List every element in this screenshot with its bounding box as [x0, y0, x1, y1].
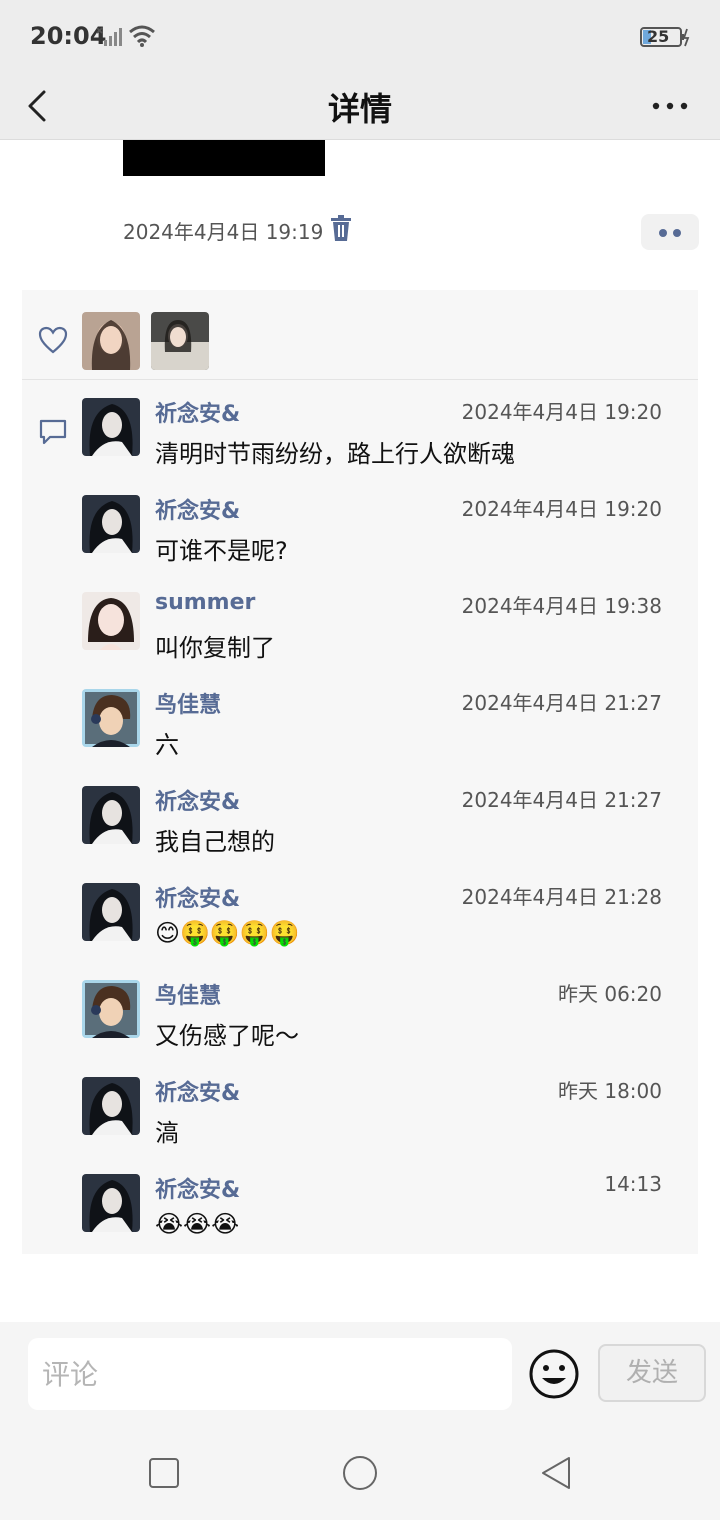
commenter-avatar[interactable]	[82, 398, 140, 456]
comment-time: 2024年4月4日 19:20	[461, 497, 662, 521]
recent-apps-icon[interactable]	[145, 1454, 183, 1492]
comment-time: 2024年4月4日 21:27	[461, 691, 662, 715]
battery-level: 25	[647, 27, 670, 46]
comment-text: 又伤感了呢～	[155, 1022, 299, 1050]
heart-icon	[38, 326, 68, 354]
commenter-name[interactable]: 祈念安&	[155, 881, 240, 913]
title-bar: 详情	[0, 72, 720, 140]
commenter-avatar[interactable]	[82, 786, 140, 844]
comment-text: 😭😭😭	[155, 1210, 240, 1238]
comment-item[interactable]: 祈念安& 2024年4月4日 21:28 😊🤑🤑🤑🤑	[82, 875, 698, 972]
comment-item[interactable]: 祈念安& 2024年4月4日 21:27 我自己想的	[82, 778, 698, 875]
commenter-avatar[interactable]	[82, 980, 140, 1038]
wifi-icon	[129, 25, 155, 47]
likes-comments-panel: 祈念安& 2024年4月4日 19:20 清明时节雨纷纷，路上行人欲断魂 祈念安& 20…	[22, 290, 698, 1254]
comment-text: 我自己想的	[155, 828, 275, 856]
comment-time: 14:13	[604, 1172, 662, 1196]
commenter-name[interactable]: 鸟佳慧	[155, 978, 221, 1010]
emoji-smile-icon[interactable]	[528, 1348, 580, 1400]
like-avatar[interactable]	[151, 312, 209, 370]
action-dot	[659, 229, 667, 237]
like-avatar[interactable]	[82, 312, 140, 370]
comment-text: 滈	[155, 1119, 179, 1147]
nav-back-icon[interactable]	[537, 1454, 575, 1492]
comment-item[interactable]: 祈念安& 2024年4月4日 19:20 可谁不是呢?	[82, 487, 698, 584]
comment-input-bar: 发送	[0, 1322, 720, 1426]
comment-text: 六	[155, 731, 179, 759]
comment-time: 2024年4月4日 21:28	[461, 885, 662, 909]
status-time: 20:04	[30, 22, 107, 50]
comment-text: 叫你复制了	[155, 634, 275, 662]
comment-input[interactable]	[28, 1338, 512, 1410]
action-dot	[673, 229, 681, 237]
comment-item[interactable]: summer 2024年4月4日 19:38 叫你复制了	[82, 584, 698, 681]
commenter-name[interactable]: 祈念安&	[155, 493, 240, 525]
page-title: 详情	[327, 90, 392, 128]
comment-item[interactable]: 鸟佳慧 昨天 06:20 又伤感了呢～	[82, 972, 698, 1069]
commenter-name[interactable]: 祈念安&	[155, 1172, 240, 1204]
comment-text: 😊🤑🤑🤑🤑	[155, 919, 300, 947]
send-button[interactable]: 发送	[598, 1344, 706, 1402]
cellular-signal-icon	[96, 27, 122, 46]
comment-item[interactable]: 祈念安& 2024年4月4日 19:20 清明时节雨纷纷，路上行人欲断魂	[82, 390, 698, 487]
comment-time: 2024年4月4日 19:38	[461, 594, 662, 618]
commenter-avatar[interactable]	[82, 1174, 140, 1232]
commenter-avatar[interactable]	[82, 689, 140, 747]
commenter-avatar[interactable]	[82, 495, 140, 553]
commenter-name[interactable]: 祈念安&	[155, 396, 240, 428]
commenter-name[interactable]: 祈念安&	[155, 1075, 240, 1107]
comment-time: 昨天 06:20	[558, 982, 662, 1006]
commenter-avatar[interactable]	[82, 883, 140, 941]
commenter-avatar[interactable]	[82, 592, 140, 650]
more-dots-icon[interactable]	[644, 88, 696, 124]
system-nav-bar	[0, 1426, 720, 1520]
post-action-button[interactable]	[641, 214, 699, 250]
comment-time: 昨天 18:00	[558, 1079, 662, 1103]
status-bar: 20:04 25	[0, 0, 720, 72]
comment-item[interactable]: 祈念安& 14:13 😭😭😭	[82, 1166, 698, 1263]
comment-item[interactable]: 鸟佳慧 2024年4月4日 21:27 六	[82, 681, 698, 778]
redacted-content	[123, 140, 325, 176]
home-icon[interactable]	[341, 1454, 379, 1492]
commenter-name[interactable]: 祈念安&	[155, 784, 240, 816]
commenter-name[interactable]: 鸟佳慧	[155, 687, 221, 719]
likes-row	[22, 290, 698, 380]
commenter-avatar[interactable]	[82, 1077, 140, 1135]
trash-icon[interactable]	[330, 214, 352, 242]
comment-time: 2024年4月4日 21:27	[461, 788, 662, 812]
comment-time: 2024年4月4日 19:20	[461, 400, 662, 424]
comment-item[interactable]: 祈念安& 昨天 18:00 滈	[82, 1069, 698, 1166]
post-timestamp: 2024年4月4日 19:19	[123, 220, 324, 244]
comment-bubble-icon	[39, 419, 67, 445]
comment-text: 清明时节雨纷纷，路上行人欲断魂	[155, 440, 515, 468]
commenter-name[interactable]: summer	[155, 590, 255, 615]
comment-text: 可谁不是呢?	[155, 537, 288, 565]
